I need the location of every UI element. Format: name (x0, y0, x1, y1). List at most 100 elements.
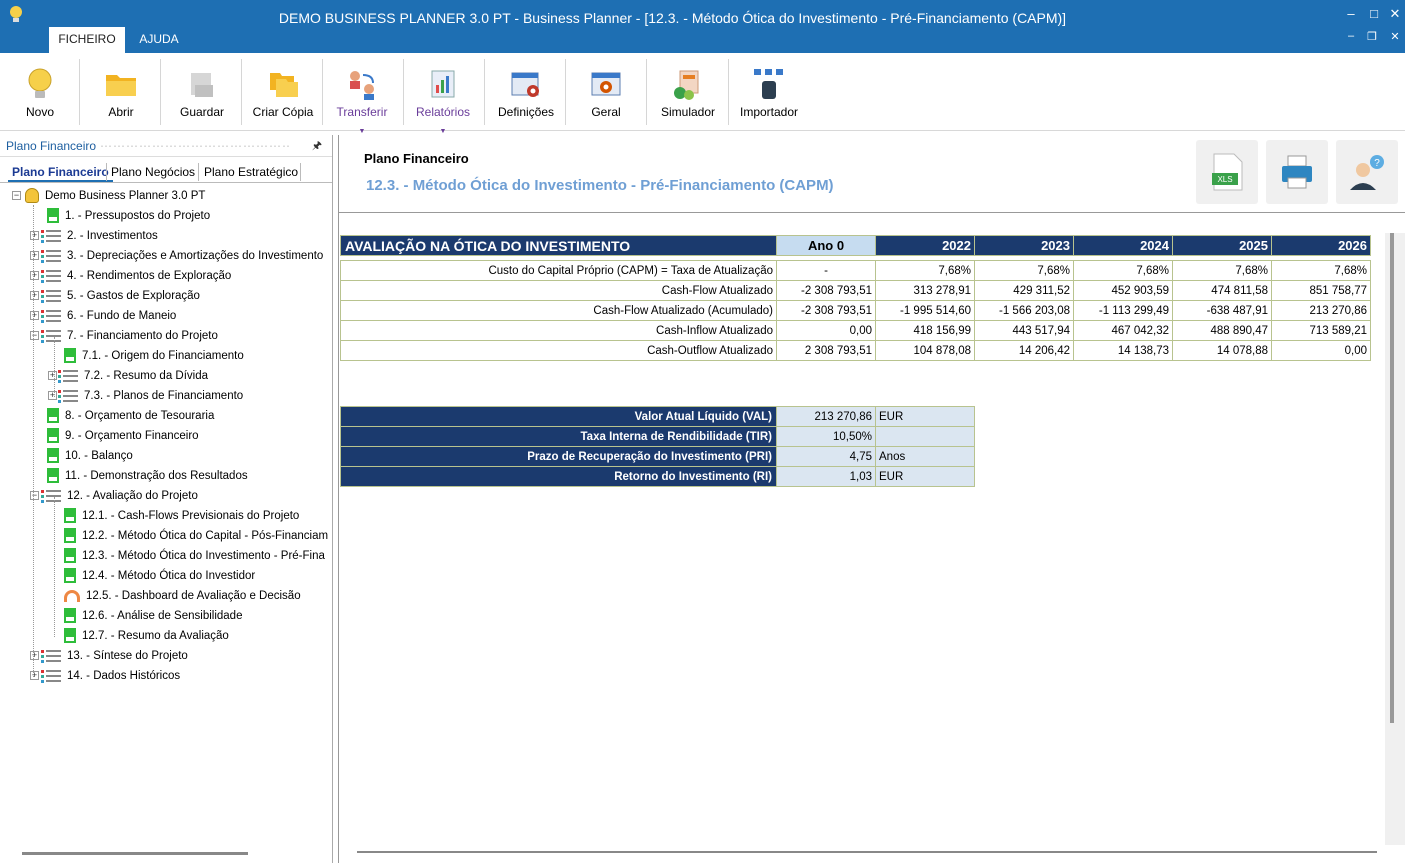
maximize-button[interactable]: □ (1364, 6, 1384, 21)
tree-item[interactable]: 12.7. - Resumo da Avaliação (64, 626, 229, 646)
transferir-button[interactable]: Transferir ▼ (330, 57, 394, 135)
xls-export-button[interactable]: XLS (1196, 140, 1258, 204)
expand-icon[interactable]: + (48, 371, 57, 380)
tree-item[interactable]: 12.5. - Dashboard de Avaliação e Decisão (64, 586, 301, 606)
expand-icon[interactable]: + (30, 231, 39, 240)
help-button[interactable]: ? (1336, 140, 1398, 204)
geral-button[interactable]: Geral (574, 57, 638, 127)
table-cell[interactable]: 2 308 793,51 (776, 340, 876, 361)
tree-item[interactable]: +7.3. - Planos de Financiamento (48, 386, 243, 406)
table-cell[interactable]: 213 270,86 (1271, 300, 1371, 321)
table-cell[interactable]: 7,68% (974, 260, 1074, 281)
summary-value[interactable]: 10,50% (776, 426, 876, 447)
vertical-scrollbar[interactable] (1390, 233, 1394, 723)
summary-value[interactable]: 1,03 (776, 466, 876, 487)
collapse-icon[interactable]: − (12, 191, 21, 201)
table-cell[interactable]: 0,00 (1271, 340, 1371, 361)
table-cell[interactable]: 851 758,77 (1271, 280, 1371, 301)
table-cell[interactable]: -2 308 793,51 (776, 300, 876, 321)
expand-icon[interactable]: + (30, 651, 39, 660)
expand-icon[interactable]: + (30, 291, 39, 300)
table-cell[interactable]: 7,68% (1172, 260, 1272, 281)
horizontal-scrollbar[interactable] (22, 852, 248, 855)
table-cell[interactable]: -1 995 514,60 (875, 300, 975, 321)
guardar-button[interactable]: Guardar (170, 57, 234, 127)
tree-item[interactable]: 11. - Demonstração dos Resultados (47, 466, 248, 486)
minimize-button[interactable]: – (1341, 6, 1361, 21)
tree-item[interactable]: 12.1. - Cash-Flows Previsionais do Proje… (64, 506, 299, 526)
table-cell[interactable]: 313 278,91 (875, 280, 975, 301)
tree-root[interactable]: − Demo Business Planner 3.0 PT (12, 186, 205, 206)
table-cell[interactable]: 713 589,21 (1271, 320, 1371, 341)
simulador-button[interactable]: Simulador (654, 57, 722, 127)
mdi-restore-button[interactable]: ❐ (1362, 30, 1382, 43)
print-button[interactable] (1266, 140, 1328, 204)
table-cell[interactable]: 7,68% (1073, 260, 1173, 281)
tree-item[interactable]: 7.1. - Origem do Financiamento (64, 346, 244, 366)
table-cell[interactable]: -1 566 203,08 (974, 300, 1074, 321)
tree-item[interactable]: 10. - Balanço (47, 446, 133, 466)
tab-plano-negocios[interactable]: Plano Negócios (107, 162, 199, 182)
table-cell[interactable]: 14 078,88 (1172, 340, 1272, 361)
tab-plano-estrategico[interactable]: Plano Estratégico (200, 162, 302, 182)
transferir-label: Transferir (336, 105, 388, 119)
pin-icon[interactable]: 🖈 (312, 135, 322, 157)
expand-icon[interactable]: + (30, 271, 39, 280)
summary-value[interactable]: 213 270,86 (776, 406, 876, 427)
table-cell[interactable]: 7,68% (1271, 260, 1371, 281)
tree-item[interactable]: +7.2. - Resumo da Dívida (48, 366, 208, 386)
abrir-button[interactable]: Abrir (90, 57, 152, 127)
tree-item[interactable]: +2. - Investimentos (30, 226, 158, 246)
tree-item[interactable]: +5. - Gastos de Exploração (30, 286, 200, 306)
mdi-minimize-button[interactable]: – (1341, 30, 1361, 42)
collapse-icon[interactable]: − (30, 491, 39, 500)
collapse-icon[interactable]: − (30, 331, 39, 340)
table-cell[interactable]: 452 903,59 (1073, 280, 1173, 301)
tree-item[interactable]: 12.3. - Método Ótica do Investimento - P… (64, 546, 325, 566)
tree-item[interactable]: − 7. - Financiamento do Projeto (30, 326, 218, 346)
table-cell[interactable]: 467 042,32 (1073, 320, 1173, 341)
tab-ajuda[interactable]: AJUDA (128, 27, 190, 53)
tree-item[interactable]: +4. - Rendimentos de Exploração (30, 266, 231, 286)
table-cell[interactable]: 443 517,94 (974, 320, 1074, 341)
tree-item[interactable]: 8. - Orçamento de Tesouraria (47, 406, 214, 426)
table-cell[interactable]: 0,00 (776, 320, 876, 341)
horizontal-scrollbar[interactable] (357, 851, 1377, 853)
tree-item[interactable]: +14. - Dados Históricos (30, 666, 180, 686)
table-cell[interactable]: 14 138,73 (1073, 340, 1173, 361)
mdi-close-button[interactable]: ✕ (1385, 30, 1405, 43)
table-cell[interactable]: 474 811,58 (1172, 280, 1272, 301)
relatorios-button[interactable]: Relatórios ▼ (410, 57, 476, 135)
table-cell[interactable]: -2 308 793,51 (776, 280, 876, 301)
summary-value[interactable]: 4,75 (776, 446, 876, 467)
tree-item[interactable]: 1. - Pressupostos do Projeto (47, 206, 210, 226)
expand-icon[interactable]: + (30, 671, 39, 680)
tab-plano-financeiro[interactable]: Plano Financeiro (8, 162, 113, 182)
tree-item[interactable]: 12.6. - Análise de Sensibilidade (64, 606, 242, 626)
table-cell[interactable]: 104 878,08 (875, 340, 975, 361)
tree-item[interactable]: 12.4. - Método Ótica do Investidor (64, 566, 255, 586)
novo-button[interactable]: Novo (10, 57, 70, 127)
expand-icon[interactable]: + (30, 311, 39, 320)
close-button[interactable]: ✕ (1385, 6, 1405, 22)
table-cell[interactable]: 14 206,42 (974, 340, 1074, 361)
table-cell[interactable]: 429 311,52 (974, 280, 1074, 301)
tree-item[interactable]: 9. - Orçamento Financeiro (47, 426, 199, 446)
expand-icon[interactable]: + (30, 251, 39, 260)
tab-ficheiro[interactable]: FICHEIRO (49, 27, 125, 53)
tree-item[interactable]: +3. - Depreciações e Amortizações do Inv… (30, 246, 323, 266)
table-cell[interactable]: -1 113 299,49 (1073, 300, 1173, 321)
table-cell[interactable]: 488 890,47 (1172, 320, 1272, 341)
definicoes-button[interactable]: Definições (492, 57, 560, 127)
table-cell[interactable]: 7,68% (875, 260, 975, 281)
table-cell[interactable]: -638 487,91 (1172, 300, 1272, 321)
criar-copia-button[interactable]: Criar Cópia (248, 57, 318, 127)
importador-button[interactable]: Importador (736, 57, 802, 127)
tree-item[interactable]: +13. - Síntese do Projeto (30, 646, 188, 666)
tree-item[interactable]: +6. - Fundo de Maneio (30, 306, 176, 326)
tree-item[interactable]: 12.2. - Método Ótica do Capital - Pós-Fi… (64, 526, 328, 546)
table-cell[interactable]: 418 156,99 (875, 320, 975, 341)
tree-item[interactable]: − 12. - Avaliação do Projeto (30, 486, 198, 506)
expand-icon[interactable]: + (48, 391, 57, 400)
table-cell[interactable]: - (776, 260, 876, 281)
